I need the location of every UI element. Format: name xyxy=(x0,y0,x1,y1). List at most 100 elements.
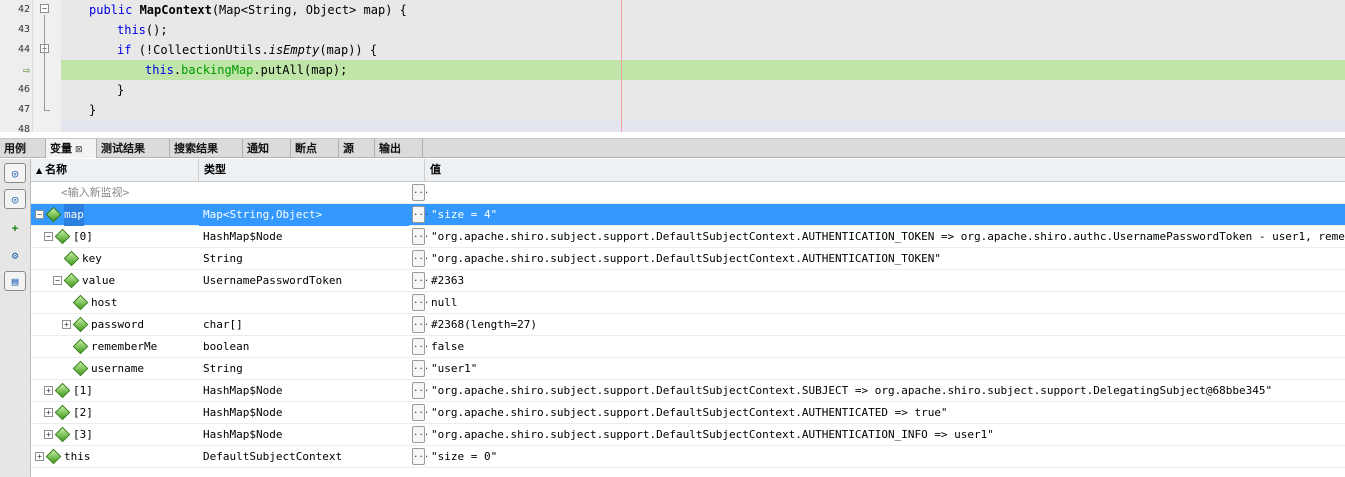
table-row[interactable]: − [0] HashMap$Node... "org.apache.shiro.sub… xyxy=(31,226,1345,248)
fold-toggle-icon[interactable]: − xyxy=(40,4,49,13)
line-number: 42 xyxy=(17,4,30,15)
collapse-icon[interactable]: − xyxy=(53,276,62,285)
tab-2[interactable]: 测试结果 xyxy=(97,139,170,158)
variable-icon xyxy=(45,206,62,223)
code-token: .putAll(map); xyxy=(253,63,348,77)
value-editor-button[interactable]: ... xyxy=(412,426,429,443)
fold-guide xyxy=(44,15,45,111)
table-row[interactable]: − map Map<String,Object>... "size = 4" xyxy=(31,204,1345,226)
watch-toggle-icon[interactable]: ◎ xyxy=(4,189,26,209)
add-watch-icon[interactable]: ✚ xyxy=(4,217,26,237)
column-header-name[interactable]: ▲ 名称 xyxy=(31,159,199,181)
table-row[interactable]: key String... "org.apache.shiro.subject.su… xyxy=(31,248,1345,270)
value-cell[interactable]: "org.apache.shiro.subject.support.Defaul… xyxy=(429,226,1345,248)
column-header-type[interactable]: 类型 xyxy=(199,159,425,181)
value-editor-button[interactable]: ... xyxy=(412,294,429,311)
type-cell: String xyxy=(203,362,243,375)
expand-icon[interactable]: + xyxy=(44,408,53,417)
tab-label: 搜索结果 xyxy=(174,142,218,155)
expand-icon[interactable]: + xyxy=(44,386,53,395)
table-row[interactable]: username String... "user1" xyxy=(31,358,1345,380)
watch-icon[interactable]: ◎ xyxy=(4,163,26,183)
collapse-icon[interactable]: − xyxy=(44,232,53,241)
new-watch-row[interactable]: <输入新监视> ... xyxy=(31,182,1345,204)
variable-name: [2] xyxy=(73,406,93,419)
code-token: this xyxy=(145,63,174,77)
value-cell[interactable]: "org.apache.shiro.subject.support.Defaul… xyxy=(429,402,1345,424)
type-cell: String xyxy=(203,252,243,265)
value-cell[interactable]: null xyxy=(429,292,1345,314)
type-cell: HashMap$Node xyxy=(203,384,283,397)
evaluate-icon[interactable]: ⚙ xyxy=(4,245,26,265)
type-cell: DefaultSubjectContext xyxy=(203,450,343,463)
variable-name: [1] xyxy=(73,384,93,397)
variable-name: value xyxy=(82,274,116,287)
tab-5[interactable]: 断点 xyxy=(291,139,339,158)
table-row[interactable]: + this DefaultSubjectContext... "size = 0" xyxy=(31,446,1345,468)
tab-close-icon[interactable]: ⊠ xyxy=(75,145,83,155)
code-token: MapContext xyxy=(139,3,212,17)
code-editor[interactable]: 42 43 44 ⇨ 46 47 48 −− public MapContext(Map<S… xyxy=(0,0,1345,132)
value-editor-button[interactable]: ... xyxy=(412,250,429,267)
tab-label: 通知 xyxy=(247,142,269,155)
name-cell: + this xyxy=(31,446,199,468)
tab-7[interactable]: 输出 xyxy=(375,139,423,158)
tab-label: 用例 xyxy=(4,142,26,155)
table-row[interactable]: + [2] HashMap$Node... "org.apache.shiro.sub… xyxy=(31,402,1345,424)
line-number: ⇨ xyxy=(22,63,30,77)
collapse-icon[interactable]: − xyxy=(35,210,44,219)
code-token: this xyxy=(117,23,146,37)
column-header-value[interactable]: 值 xyxy=(425,159,1345,181)
name-cell: host xyxy=(31,292,199,314)
tab-6[interactable]: 源 xyxy=(339,139,375,158)
value-editor-button[interactable]: ... xyxy=(412,360,429,377)
value-editor-button[interactable]: ... xyxy=(412,206,429,223)
value-editor-button[interactable]: ... xyxy=(412,382,429,399)
value-cell[interactable]: #2368(length=27) xyxy=(429,314,1345,336)
table-row[interactable]: + [3] HashMap$Node... "org.apache.shiro.sub… xyxy=(31,424,1345,446)
value-cell[interactable]: "size = 0" xyxy=(429,446,1345,468)
code-line: if (!CollectionUtils.isEmpty(map)) { xyxy=(117,40,377,60)
code-line: } xyxy=(117,80,124,100)
value-cell[interactable]: false xyxy=(429,336,1345,358)
variable-name: [0] xyxy=(73,230,93,243)
tab-3[interactable]: 搜索结果 xyxy=(170,139,243,158)
value-editor-button[interactable]: ... xyxy=(412,338,429,355)
expand-icon[interactable]: + xyxy=(44,430,53,439)
expand-icon[interactable]: + xyxy=(35,452,44,461)
value-editor-button[interactable]: ... xyxy=(412,448,429,465)
code-token: if xyxy=(117,43,139,57)
value-editor-button[interactable]: ... xyxy=(412,316,429,333)
variable-name: key xyxy=(82,252,102,265)
variables-table[interactable]: ▲ 名称 类型 值 <输入新监视> ... − map Map<String,Obje… xyxy=(31,159,1345,477)
type-cell: Map<String,Object> xyxy=(199,204,409,226)
value-editor-button[interactable]: ... xyxy=(412,404,429,421)
value-editor-button[interactable]: ... xyxy=(412,184,429,201)
variable-name: map xyxy=(64,204,84,226)
line-number: 44 xyxy=(17,44,30,55)
value-editor-button[interactable]: ... xyxy=(412,272,429,289)
code-token: } xyxy=(117,83,125,97)
table-row[interactable]: rememberMe boolean... false xyxy=(31,336,1345,358)
variables-view-icon[interactable]: ▤ xyxy=(4,271,26,291)
type-cell: boolean xyxy=(203,340,250,353)
value-cell[interactable]: #2363 xyxy=(429,270,1345,292)
table-row[interactable]: − value UsernamePasswordToken... #2363 xyxy=(31,270,1345,292)
fold-guide-end xyxy=(44,110,50,111)
table-row[interactable]: host... null xyxy=(31,292,1345,314)
value-cell[interactable]: "user1" xyxy=(429,358,1345,380)
tab-0[interactable]: 用例 xyxy=(0,139,46,158)
value-cell[interactable]: "org.apache.shiro.subject.support.Defaul… xyxy=(429,248,1345,270)
variable-icon xyxy=(54,404,71,421)
tab-4[interactable]: 通知 xyxy=(243,139,291,158)
table-row[interactable]: + [1] HashMap$Node... "org.apache.shiro.sub… xyxy=(31,380,1345,402)
value-cell[interactable]: "size = 4" xyxy=(429,204,1345,226)
value-cell[interactable]: "org.apache.shiro.subject.support.Defaul… xyxy=(429,424,1345,446)
value-cell[interactable]: "org.apache.shiro.subject.support.Defaul… xyxy=(429,380,1345,402)
new-watch-input[interactable]: <输入新监视> xyxy=(31,182,199,204)
expand-icon[interactable]: + xyxy=(62,320,71,329)
caret-line-bar xyxy=(61,120,1345,132)
table-row[interactable]: + password char[]... #2368(length=27) xyxy=(31,314,1345,336)
value-editor-button[interactable]: ... xyxy=(412,228,429,245)
tab-1[interactable]: 变量 ⊠ xyxy=(46,139,97,158)
